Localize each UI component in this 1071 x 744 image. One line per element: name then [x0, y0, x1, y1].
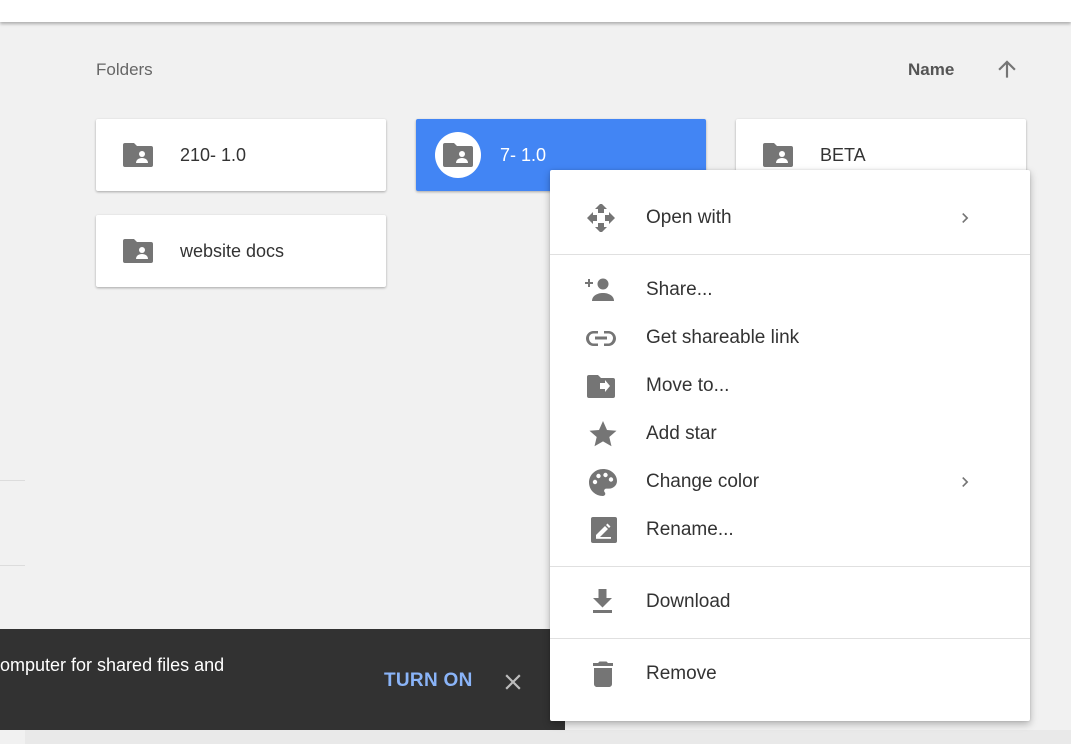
- chevron-right-icon: [962, 477, 969, 487]
- menu-item-label: Move to...: [646, 375, 730, 396]
- menu-item-label: Get shareable link: [646, 327, 800, 348]
- menu-item-download[interactable]: Download: [550, 578, 1030, 626]
- menu-item-label: Download: [646, 591, 731, 612]
- shared-folder-icon: [763, 143, 793, 167]
- sidebar-divider: [0, 565, 25, 566]
- menu-item-get-link[interactable]: Get shareable link: [550, 314, 1030, 362]
- snackbar: omputer for shared files and TURN ON: [0, 629, 565, 730]
- add-person-icon: [585, 278, 614, 301]
- close-icon[interactable]: [500, 669, 526, 695]
- menu-item-remove[interactable]: Remove: [550, 650, 1030, 698]
- menu-item-move-to[interactable]: Move to...: [550, 362, 1030, 410]
- folder-name: 7- 1.0: [500, 145, 547, 165]
- bottom-strip: [25, 730, 1071, 744]
- shared-folder-icon: [123, 143, 153, 167]
- palette-icon: [589, 469, 617, 496]
- menu-divider: [550, 638, 1030, 639]
- trash-icon: [593, 661, 613, 687]
- menu-item-label: Open with: [646, 207, 732, 228]
- link-icon: [586, 331, 616, 346]
- open-with-icon: [587, 204, 615, 232]
- shared-folder-icon: [123, 239, 153, 263]
- move-to-folder-icon: [587, 375, 615, 398]
- menu-item-label: Add star: [646, 423, 717, 444]
- menu-item-change-color[interactable]: Change color: [550, 458, 1030, 506]
- download-icon: [593, 589, 612, 613]
- arrow-up-icon[interactable]: [994, 56, 1020, 82]
- menu-item-share[interactable]: Share...: [550, 266, 1030, 314]
- menu-item-add-star[interactable]: Add star: [550, 410, 1030, 458]
- menu-divider: [550, 254, 1030, 255]
- folder-name: website docs: [180, 241, 285, 261]
- snackbar-message: omputer for shared files and: [0, 655, 225, 675]
- menu-divider: [550, 566, 1030, 567]
- shared-folder-icon: [443, 143, 473, 167]
- menu-item-label: Remove: [646, 663, 717, 684]
- menu-item-label: Share...: [646, 279, 713, 300]
- sort-by-name-button[interactable]: Name: [908, 60, 954, 80]
- menu-item-label: Rename...: [646, 519, 734, 540]
- folder-tile[interactable]: website docs: [96, 215, 386, 287]
- menu-item-open-with[interactable]: Open with: [550, 194, 1030, 242]
- menu-item-rename[interactable]: Rename...: [550, 506, 1030, 554]
- rename-icon: [591, 517, 617, 543]
- folders-section-label: Folders: [96, 60, 153, 79]
- folder-tile[interactable]: 210- 1.0: [96, 119, 386, 191]
- turn-on-button[interactable]: TURN ON: [384, 670, 473, 692]
- star-icon: [589, 421, 617, 447]
- menu-item-label: Change color: [646, 471, 760, 492]
- folder-name: 210- 1.0: [180, 145, 247, 165]
- context-menu: Open with Share... Get shareable link Mo…: [550, 170, 1030, 721]
- sidebar-divider: [0, 480, 25, 481]
- chevron-right-icon: [962, 213, 969, 223]
- top-toolbar: [0, 0, 1071, 22]
